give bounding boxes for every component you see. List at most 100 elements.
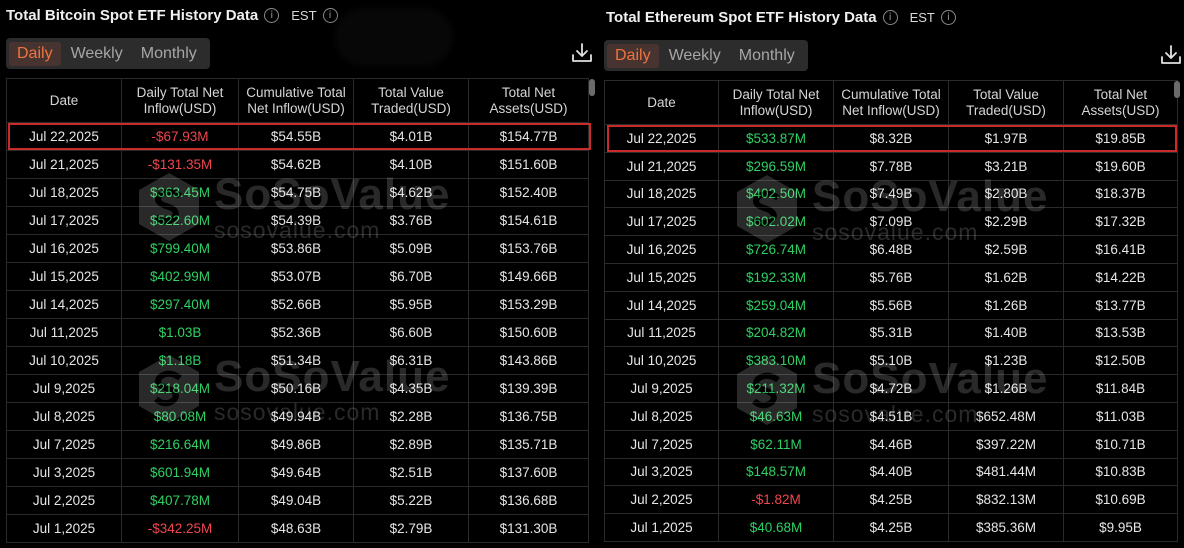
info-icon[interactable]: i (322, 7, 338, 23)
tab-monthly[interactable]: Monthly (133, 42, 205, 66)
download-icon[interactable] (1160, 44, 1182, 66)
column-header-line: Cumulative Total (246, 84, 346, 100)
table-row[interactable]: Jul 8,2025 $80.08M $49.94B $2.28B $136.75B (6, 402, 589, 431)
date-cell: Jul 18,2025 (604, 179, 719, 209)
cumulative-net-inflow-cell: $7.09B (833, 207, 949, 237)
total-value-traded-cell: $397.22M (948, 429, 1064, 459)
table-row[interactable]: Jul 14,2025 $297.40M $52.66B $5.95B $153.29B (6, 290, 589, 319)
cumulative-net-inflow-cell: $5.76B (833, 262, 949, 292)
table-row[interactable]: Jul 10,2025 $1.18B $51.34B $6.31B $143.86B (6, 346, 589, 375)
table-row[interactable]: Jul 22,2025 $533.87M $8.32B $1.97B $19.85B (604, 124, 1178, 153)
table-row[interactable]: Jul 7,2025 $62.11M $4.46B $397.22M $10.71B (604, 429, 1178, 459)
table-row[interactable]: Jul 22,2025 -$67.93M $54.55B $4.01B $154.77B (6, 122, 589, 151)
cumulative-net-inflow-cell: $54.39B (238, 206, 354, 235)
table-row[interactable]: Jul 9,2025 $218.04M $50.16B $4.35B $139.39B (6, 374, 589, 403)
column-header: Cumulative Total Net Inflow(USD) (833, 80, 949, 125)
btc-period-tabs: Daily Weekly Monthly (6, 38, 210, 69)
cumulative-net-inflow-cell: $54.75B (238, 178, 354, 207)
daily-net-inflow-cell: $216.64M (121, 430, 239, 459)
total-net-assets-cell: $17.32B (1063, 207, 1178, 237)
total-net-assets-cell: $11.84B (1063, 374, 1178, 403)
daily-net-inflow-cell: $407.78M (121, 486, 239, 515)
total-value-traded-cell: $5.09B (353, 234, 469, 263)
daily-net-inflow-cell: $204.82M (718, 318, 834, 348)
daily-net-inflow-cell: $1.03B (121, 318, 239, 347)
table-row[interactable]: Jul 21,2025 -$131.35M $54.62B $4.10B $151.60… (6, 150, 589, 179)
daily-net-inflow-cell: $40.68M (718, 513, 834, 542)
total-value-traded-cell: $2.28B (353, 402, 469, 431)
cumulative-net-inflow-cell: $5.31B (833, 318, 949, 348)
total-value-traded-cell: $832.13M (948, 485, 1064, 515)
tab-daily[interactable]: Daily (607, 43, 659, 68)
date-cell: Jul 9,2025 (604, 374, 719, 403)
daily-net-inflow-cell: $602.02M (718, 207, 834, 237)
column-header: Date (604, 80, 719, 125)
table-row[interactable]: Jul 11,2025 $1.03B $52.36B $6.60B $150.60B (6, 318, 589, 347)
column-header-line: Daily Total Net (732, 86, 820, 102)
cumulative-net-inflow-cell: $4.25B (833, 513, 949, 542)
daily-net-inflow-cell: $148.57M (718, 457, 834, 487)
total-net-assets-cell: $154.61B (468, 206, 589, 235)
total-net-assets-cell: $9.95B (1063, 513, 1178, 542)
total-value-traded-cell: $4.62B (353, 178, 469, 207)
total-net-assets-cell: $12.50B (1063, 346, 1178, 376)
date-cell: Jul 7,2025 (604, 429, 719, 459)
info-icon[interactable]: i (264, 7, 280, 23)
table-row[interactable]: Jul 17,2025 $522.60M $54.39B $3.76B $154.61B (6, 206, 589, 235)
table-row[interactable]: Jul 18,2025 $363.45M $54.75B $4.62B $152.40B (6, 178, 589, 207)
table-row[interactable]: Jul 16,2025 $726.74M $6.48B $2.59B $16.41B (604, 235, 1178, 264)
daily-net-inflow-cell: $1.18B (121, 346, 239, 375)
date-cell: Jul 15,2025 (6, 262, 122, 291)
table-row[interactable]: Jul 8,2025 $46.63M $4.51B $652.48M $11.03B (604, 401, 1178, 431)
table-row[interactable]: Jul 2,2025 -$1.82M $4.25B $832.13M $10.69B (604, 485, 1178, 515)
table-row[interactable]: Jul 7,2025 $216.64M $49.86B $2.89B $135.71B (6, 430, 589, 459)
btc-panel-title: Total Bitcoin Spot ETF History Data (6, 6, 259, 24)
date-cell: Jul 2,2025 (604, 485, 719, 515)
table-scrollbar[interactable] (589, 79, 595, 96)
table-row[interactable]: Jul 15,2025 $402.99M $53.07B $6.70B $149.66B (6, 262, 589, 291)
total-value-traded-cell: $1.40B (948, 318, 1064, 348)
table-row[interactable]: Jul 18,2025 $402.50M $7.49B $2.80B $18.37B (604, 179, 1178, 209)
cumulative-net-inflow-cell: $4.40B (833, 457, 949, 487)
info-icon[interactable]: i (940, 9, 956, 25)
eth-panel-title: Total Ethereum Spot ETF History Data (606, 8, 877, 26)
table-row[interactable]: Jul 14,2025 $259.04M $5.56B $1.26B $13.77B (604, 290, 1178, 320)
tab-weekly[interactable]: Weekly (63, 42, 131, 66)
eth-title-row: Total Ethereum Spot ETF History Data i E… (606, 7, 956, 27)
total-value-traded-cell: $2.59B (948, 235, 1064, 264)
table-header-row: Date Daily Total Net Inflow(USD) Cumulative… (6, 78, 589, 123)
total-net-assets-cell: $16.41B (1063, 235, 1178, 264)
table-row[interactable]: Jul 1,2025 $40.68M $4.25B $385.36M $9.95B (604, 513, 1178, 542)
table-row[interactable]: Jul 16,2025 $799.40M $53.86B $5.09B $153.76B (6, 234, 589, 263)
daily-net-inflow-cell: $62.11M (718, 429, 834, 459)
tab-daily[interactable]: Daily (9, 41, 61, 66)
date-cell: Jul 22,2025 (6, 122, 122, 151)
info-icon[interactable]: i (882, 9, 898, 25)
table-row[interactable]: Jul 3,2025 $148.57M $4.40B $481.44M $10.83B (604, 457, 1178, 487)
table-row[interactable]: Jul 1,2025 -$342.25M $48.63B $2.79B $131.30B (6, 514, 589, 543)
column-header-line: Total Value (378, 84, 444, 100)
btc-title-row: Total Bitcoin Spot ETF History Data i ES… (6, 5, 338, 25)
table-row[interactable]: Jul 21,2025 $296.59M $7.78B $3.21B $19.60B (604, 151, 1178, 181)
table-scrollbar[interactable] (1174, 81, 1180, 98)
total-net-assets-cell: $19.60B (1063, 151, 1178, 181)
tab-monthly[interactable]: Monthly (731, 44, 803, 68)
table-row[interactable]: Jul 2,2025 $407.78M $49.04B $5.22B $136.68B (6, 486, 589, 515)
column-header: Cumulative Total Net Inflow(USD) (238, 78, 354, 123)
table-row[interactable]: Jul 9,2025 $211.32M $4.72B $1.26B $11.84B (604, 374, 1178, 403)
total-net-assets-cell: $150.60B (468, 318, 589, 347)
tab-weekly[interactable]: Weekly (661, 44, 729, 68)
table-row[interactable]: Jul 17,2025 $602.02M $7.09B $2.29B $17.32B (604, 207, 1178, 237)
table-row[interactable]: Jul 3,2025 $601.94M $49.64B $2.51B $137.60B (6, 458, 589, 487)
download-icon[interactable] (571, 42, 593, 64)
total-net-assets-cell: $139.39B (468, 374, 589, 403)
cumulative-net-inflow-cell: $51.34B (238, 346, 354, 375)
column-header-line: Total Value (973, 86, 1039, 102)
cumulative-net-inflow-cell: $49.04B (238, 486, 354, 515)
table-row[interactable]: Jul 15,2025 $192.33M $5.76B $1.62B $14.22B (604, 262, 1178, 292)
daily-net-inflow-cell: $383.10M (718, 346, 834, 376)
table-row[interactable]: Jul 11,2025 $204.82M $5.31B $1.40B $13.53B (604, 318, 1178, 348)
column-header-line: Traded(USD) (966, 102, 1046, 118)
cumulative-net-inflow-cell: $4.25B (833, 485, 949, 515)
table-row[interactable]: Jul 10,2025 $383.10M $5.10B $1.23B $12.50B (604, 346, 1178, 376)
